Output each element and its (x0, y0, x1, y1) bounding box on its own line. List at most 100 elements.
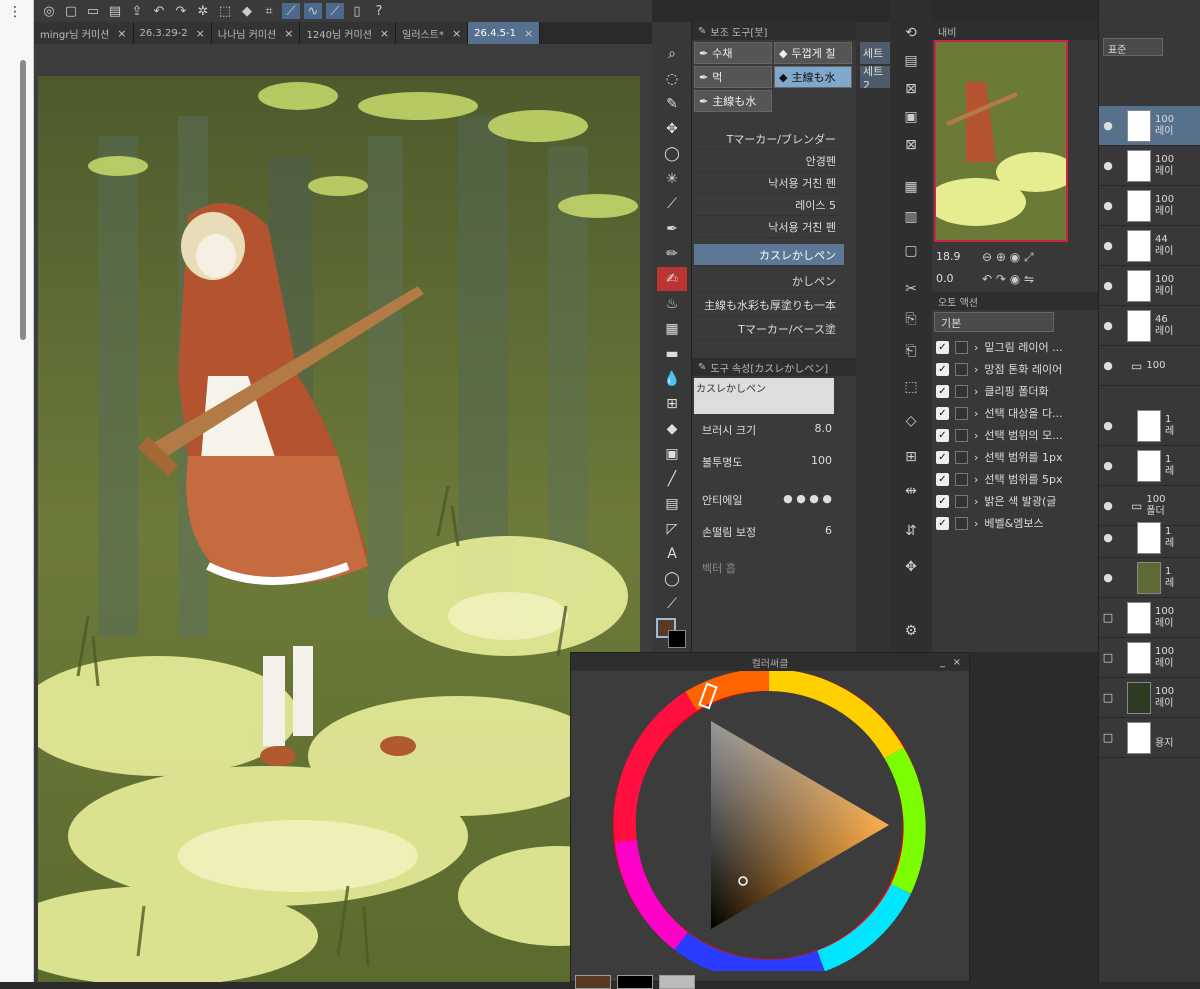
antialias-options[interactable]: ● ● ● ● (783, 492, 832, 508)
eye-icon[interactable]: ● (1099, 279, 1117, 292)
eye-icon[interactable]: ● (1099, 119, 1117, 132)
vector-row[interactable]: 벡터 흡 (702, 560, 832, 576)
redo-icon[interactable]: ↷ (172, 3, 190, 19)
save-icon[interactable]: ▤ (106, 3, 124, 19)
set-button-1[interactable]: 세트 (860, 42, 890, 64)
action-item[interactable]: ✓ › 선택 범위의 모... (932, 424, 1084, 446)
brush-size-row[interactable]: 브러시 크기 8.0 (702, 422, 832, 438)
correct-line-icon[interactable]: ⟋ (657, 592, 687, 616)
fill-icon[interactable]: ◆ (238, 3, 256, 19)
layer-row[interactable]: ● 100 레이 (1099, 106, 1200, 146)
dropper-icon[interactable]: ⟋ (657, 192, 687, 216)
pen-icon[interactable]: ✒ (657, 217, 687, 241)
scrollbar[interactable] (20, 60, 26, 340)
paper-layer-row[interactable]: □ 용지 (1099, 718, 1200, 758)
navigator-preview[interactable] (934, 40, 1068, 242)
color-wheel[interactable] (571, 671, 971, 971)
checkbox[interactable] (955, 516, 968, 530)
text-icon[interactable]: A (657, 542, 687, 566)
stroke3-icon[interactable]: ⟋ (326, 3, 344, 19)
stack-icon[interactable]: ▥ (900, 206, 922, 228)
chevron-right-icon[interactable]: › (974, 473, 978, 486)
magic-wand-icon[interactable]: ✳ (657, 167, 687, 191)
checkbox[interactable] (955, 362, 968, 376)
action-item[interactable]: ✓ › 선택 범위를 5px (932, 468, 1084, 490)
eye-icon[interactable]: ● (1099, 499, 1117, 512)
select-icon[interactable]: ◯ (657, 142, 687, 166)
export-icon[interactable]: ⇪ (128, 3, 146, 19)
blend-mode-select[interactable]: 표준 (1103, 38, 1163, 56)
brush-item[interactable]: Tマーカー/ベース塗 (694, 318, 844, 340)
copy-icon[interactable]: ⎘ (900, 308, 922, 330)
undo-icon[interactable]: ↶ (150, 3, 168, 19)
lasso-icon[interactable]: ◌ (657, 67, 687, 91)
eyedropper-icon[interactable]: ✎ (657, 92, 687, 116)
phone-icon[interactable]: ▯ (348, 3, 366, 19)
zoom-icon[interactable]: ⌕ (657, 42, 687, 66)
layer-row[interactable]: □ 100 레이 (1099, 678, 1200, 718)
mesh-icon[interactable]: ⊞ (657, 392, 687, 416)
check-icon[interactable]: ✓ (936, 428, 949, 442)
tab-doc-5[interactable]: 일러스트* × (396, 22, 469, 44)
close-icon[interactable]: × (953, 657, 961, 668)
chevron-right-icon[interactable]: › (974, 495, 978, 508)
airbrush-icon[interactable]: ♨ (657, 292, 687, 316)
mesh-icon[interactable]: ⊞ (900, 446, 922, 468)
sub-color-swatch[interactable] (617, 975, 653, 989)
action-item[interactable]: ✓ › 클리핑 폴더화 (932, 380, 1084, 402)
brush-item[interactable]: かしペン (694, 270, 844, 292)
brush-item[interactable]: 主線も水彩も厚塗りも一本 (694, 294, 844, 316)
brush-item[interactable]: 안경펜 (694, 150, 844, 172)
checkbox[interactable] (955, 472, 968, 486)
visibility-box[interactable]: □ (1099, 731, 1117, 744)
eye-icon[interactable]: ● (1099, 359, 1117, 372)
action-item[interactable]: ✓ › 선택 대상을 다... (932, 402, 1084, 424)
grid-icon[interactable]: ▦ (900, 176, 922, 198)
subtool-group-watercolor[interactable]: ✒ 수채 (694, 42, 772, 64)
layer-row[interactable]: ● 1 레 (1099, 558, 1200, 598)
stroke2-icon[interactable]: ∿ (304, 3, 322, 19)
chevron-right-icon[interactable]: › (974, 407, 978, 420)
tab-doc-3[interactable]: 나나님 커미션 × (211, 22, 301, 44)
layer-row[interactable]: ● 1 레 (1099, 446, 1200, 486)
chevron-right-icon[interactable]: › (974, 451, 978, 464)
subtool-group-ink[interactable]: ✒ 먹 (694, 66, 772, 88)
checkbox[interactable] (955, 494, 968, 508)
layer-row[interactable]: ● 100 레이 (1099, 146, 1200, 186)
checkbox[interactable] (955, 384, 968, 398)
subtool-group-main2[interactable]: ✒ 主線も水 (694, 90, 772, 112)
close-icon[interactable]: × (196, 27, 205, 40)
close-icon[interactable]: × (284, 27, 293, 40)
image-icon[interactable]: ▣ (900, 106, 922, 128)
brush-item-selected[interactable]: カスレかしペン (694, 244, 844, 266)
close-icon[interactable]: × (117, 27, 126, 40)
pencil-icon[interactable]: ✏ (657, 242, 687, 266)
balloon-icon[interactable]: ◯ (657, 567, 687, 591)
logo-icon[interactable]: ◎ (40, 3, 58, 19)
history-icon[interactable]: ⟲ (900, 22, 922, 44)
transparent-swatch[interactable] (659, 975, 695, 989)
visibility-box[interactable]: □ (1099, 651, 1117, 664)
scale-icon[interactable]: ◇ (900, 410, 922, 432)
tab-doc-4[interactable]: 1240님 커미션 × (300, 22, 397, 44)
brush-item[interactable]: 낙서용 거친 펜 (694, 172, 844, 194)
folder-icon[interactable]: ▢ (900, 240, 922, 262)
artwork-canvas[interactable] (38, 76, 640, 982)
open-icon[interactable]: ▭ (84, 3, 102, 19)
chevron-right-icon[interactable]: › (974, 385, 978, 398)
antialias-row[interactable]: 안티에일 ● ● ● ● (702, 492, 832, 508)
layer-row[interactable]: ● 1 레 (1099, 406, 1200, 446)
tab-doc-2[interactable]: 26.3.29-2 × (133, 22, 212, 44)
chevron-right-icon[interactable]: › (974, 429, 978, 442)
move-icon[interactable]: ✥ (657, 117, 687, 141)
eye-icon[interactable]: ● (1099, 159, 1117, 172)
check-icon[interactable]: ✓ (936, 494, 949, 508)
eye-icon[interactable]: ● (1099, 419, 1117, 432)
layer-row[interactable]: ● 1 레 (1099, 518, 1200, 558)
layer-icon[interactable]: ▤ (900, 50, 922, 72)
zoom-value[interactable]: 18.9 (936, 250, 961, 263)
close-icon[interactable]: × (524, 27, 533, 40)
close-layer-icon[interactable]: ⊠ (900, 78, 922, 100)
layer-row[interactable]: □ 100 레이 (1099, 598, 1200, 638)
visibility-box[interactable]: □ (1099, 691, 1117, 704)
